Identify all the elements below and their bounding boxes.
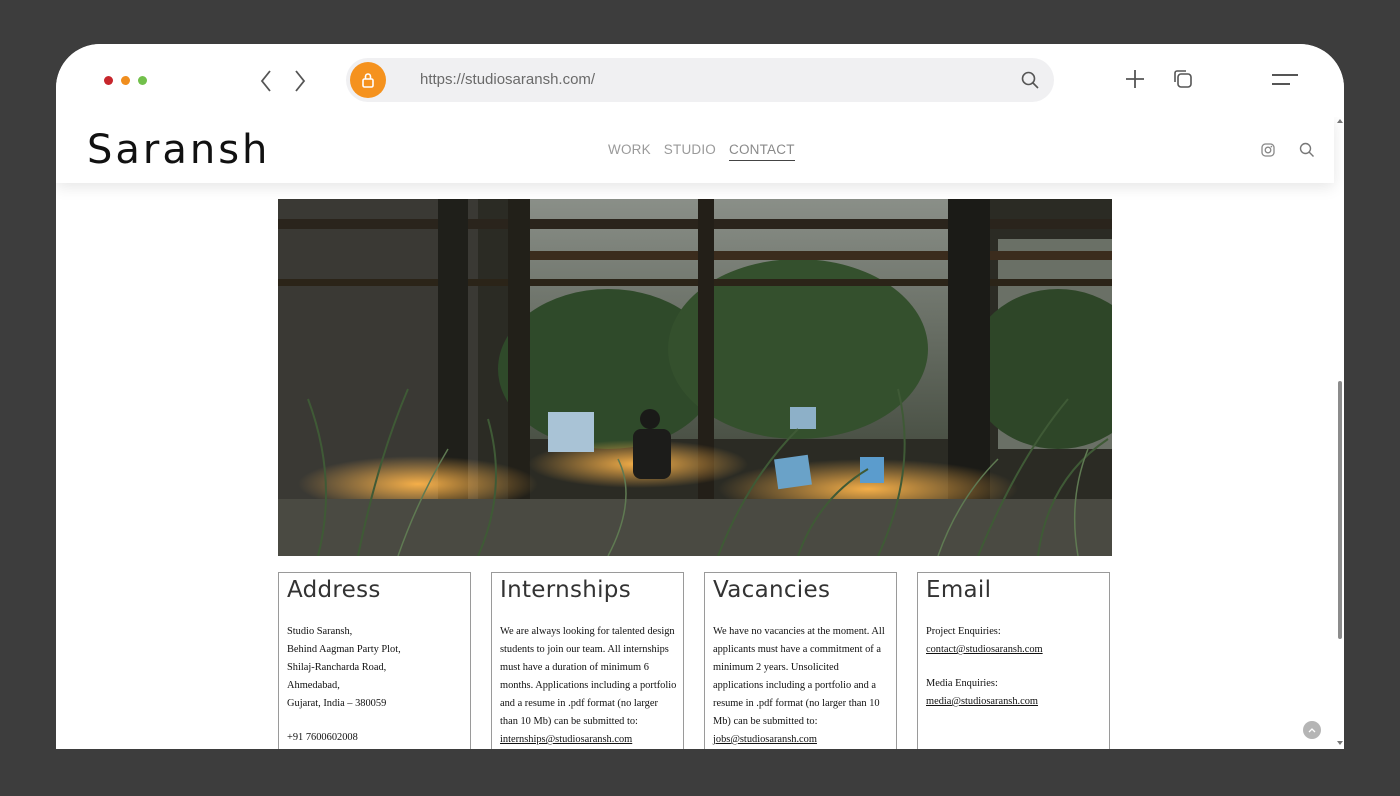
new-tab-plus-icon[interactable] bbox=[1124, 68, 1146, 95]
address-title: Address bbox=[287, 577, 381, 603]
scroll-up-arrow-icon[interactable] bbox=[1337, 119, 1343, 123]
scroll-down-arrow-icon[interactable] bbox=[1337, 741, 1343, 745]
site-logo[interactable]: Saransh bbox=[87, 127, 270, 173]
browser-window: https://studiosaransh.com/ Saransh WORK … bbox=[56, 44, 1344, 749]
email-card: Email Project Enquiries: contact@studios… bbox=[917, 572, 1110, 749]
nav-studio[interactable]: STUDIO bbox=[664, 142, 716, 161]
media-email-link[interactable]: media@studiosaransh.com bbox=[926, 696, 1038, 707]
address-body: Studio Saransh, Behind Aagman Party Plot… bbox=[287, 623, 465, 747]
contact-email-link[interactable]: contact@studiosaransh.com bbox=[926, 644, 1043, 655]
jobs-email-link[interactable]: jobs@studiosaransh.com bbox=[713, 734, 817, 745]
address-line: Studio Saransh, bbox=[287, 626, 353, 637]
address-line: Behind Aagman Party Plot, bbox=[287, 644, 401, 655]
internships-text: We are always looking for talented desig… bbox=[500, 626, 677, 727]
address-card: Address Studio Saransh, Behind Aagman Pa… bbox=[278, 572, 471, 749]
url-text[interactable]: https://studiosaransh.com/ bbox=[420, 71, 595, 88]
menu-icon[interactable] bbox=[1270, 72, 1300, 93]
email-body: Project Enquiries: contact@studiosaransh… bbox=[926, 623, 1104, 711]
internships-email-link[interactable]: internships@studiosaransh.com bbox=[500, 734, 632, 745]
forward-button[interactable] bbox=[288, 68, 312, 94]
scrollbar-thumb[interactable] bbox=[1338, 381, 1342, 639]
site-search-icon[interactable] bbox=[1299, 142, 1315, 163]
chevron-right-icon bbox=[295, 70, 306, 92]
chevron-up-icon bbox=[1308, 728, 1316, 733]
back-to-top-button[interactable] bbox=[1303, 721, 1321, 739]
lock-icon[interactable] bbox=[350, 62, 386, 98]
browser-toolbar: https://studiosaransh.com/ bbox=[56, 44, 1344, 117]
page-viewport: Saransh WORK STUDIO CONTACT Address Stud… bbox=[56, 117, 1344, 749]
search-icon[interactable] bbox=[1020, 70, 1040, 95]
minimize-window-dot[interactable] bbox=[121, 76, 130, 85]
vacancies-text: We have no vacancies at the moment. All … bbox=[713, 626, 885, 727]
vacancies-card: Vacancies We have no vacancies at the mo… bbox=[704, 572, 897, 749]
office-photo bbox=[278, 199, 1112, 556]
internships-title: Internships bbox=[500, 577, 631, 603]
nav-work[interactable]: WORK bbox=[608, 142, 651, 161]
close-window-dot[interactable] bbox=[104, 76, 113, 85]
vacancies-body: We have no vacancies at the moment. All … bbox=[713, 623, 891, 749]
nav-contact[interactable]: CONTACT bbox=[729, 142, 795, 161]
address-bar[interactable]: https://studiosaransh.com/ bbox=[346, 58, 1054, 102]
email-title: Email bbox=[926, 577, 992, 603]
address-line: Ahmedabad, bbox=[287, 680, 340, 691]
tabs-overview-icon[interactable] bbox=[1172, 68, 1194, 95]
media-enquiries-label: Media Enquiries: bbox=[926, 678, 998, 689]
internships-card: Internships We are always looking for ta… bbox=[491, 572, 684, 749]
scrollbar[interactable] bbox=[1334, 117, 1344, 749]
chevron-left-icon bbox=[260, 70, 271, 92]
back-button[interactable] bbox=[254, 68, 278, 94]
site-header: Saransh WORK STUDIO CONTACT bbox=[56, 117, 1334, 183]
address-line: Gujarat, India – 380059 bbox=[287, 698, 387, 709]
instagram-icon[interactable] bbox=[1261, 143, 1275, 162]
vacancies-title: Vacancies bbox=[713, 577, 831, 603]
project-enquiries-label: Project Enquiries: bbox=[926, 626, 1001, 637]
internships-body: We are always looking for talented desig… bbox=[500, 623, 678, 749]
address-phone[interactable]: +91 7600602008 bbox=[287, 729, 465, 747]
main-nav: WORK STUDIO CONTACT bbox=[608, 142, 795, 161]
maximize-window-dot[interactable] bbox=[138, 76, 147, 85]
address-line: Shilaj-Rancharda Road, bbox=[287, 662, 387, 673]
